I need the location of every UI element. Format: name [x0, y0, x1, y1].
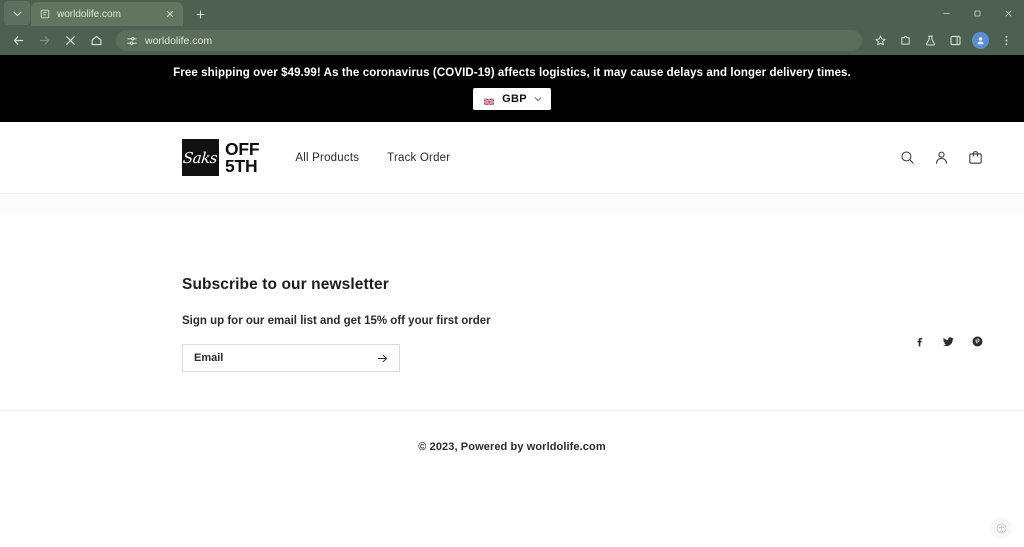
site-header: Saks OFF 5TH All Products Track Order — [0, 122, 1024, 194]
maximize-icon — [973, 9, 982, 18]
new-tab-button[interactable] — [189, 3, 211, 25]
brand-line-1: OFF — [225, 141, 259, 158]
browser-tab[interactable]: worldolife.com — [31, 2, 183, 26]
puzzle-icon — [899, 34, 912, 47]
window-close-button[interactable] — [993, 0, 1024, 26]
side-panel-icon — [949, 34, 962, 47]
chevron-down-icon — [12, 8, 23, 19]
pinterest-icon[interactable] — [970, 334, 984, 348]
accessibility-widget-button[interactable] — [990, 517, 1012, 539]
account-icon[interactable] — [933, 149, 950, 166]
close-icon — [1004, 9, 1013, 18]
minimize-icon — [942, 9, 951, 18]
home-icon — [90, 34, 103, 47]
content-spacer — [0, 214, 1024, 276]
header-actions — [899, 149, 984, 166]
address-bar-url: worldolife.com — [145, 35, 212, 47]
announcement-message: Free shipping over $49.99! As the corona… — [0, 65, 1024, 81]
page-favicon — [39, 8, 51, 20]
main-navigation: All Products Track Order — [295, 152, 450, 164]
browser-toolbar: worldolife.com — [0, 26, 1024, 55]
address-bar[interactable]: worldolife.com — [116, 30, 862, 51]
facebook-icon[interactable] — [912, 334, 926, 348]
experiments-button[interactable] — [918, 29, 942, 53]
brand-wordmark: OFF 5TH — [225, 141, 259, 175]
cart-icon[interactable] — [967, 149, 984, 166]
toolbar-right-actions — [868, 29, 1018, 53]
more-vertical-icon — [1000, 34, 1013, 47]
forward-button[interactable] — [32, 29, 56, 53]
tab-strip: worldolife.com — [0, 0, 1024, 26]
twitter-icon[interactable] — [941, 334, 955, 348]
search-icon[interactable] — [899, 149, 916, 166]
copyright-text: © 2023, Powered by worldolife.com — [418, 441, 605, 453]
brand-mark-text: Saks — [183, 149, 219, 167]
currency-selector[interactable]: GBP — [473, 88, 551, 110]
tab-search-button[interactable] — [4, 1, 30, 25]
window-minimize-button[interactable] — [931, 0, 962, 26]
saks-mark-icon: Saks — [182, 139, 219, 176]
newsletter-form — [182, 344, 400, 372]
newsletter-copy: Subscribe to our newsletter Sign up for … — [182, 276, 912, 372]
bookmark-button[interactable] — [868, 29, 892, 53]
newsletter-title: Subscribe to our newsletter — [182, 276, 912, 294]
flask-icon — [924, 34, 937, 47]
profile-avatar[interactable] — [972, 32, 989, 49]
currency-code: GBP — [502, 93, 527, 105]
email-input[interactable] — [194, 352, 374, 364]
home-button[interactable] — [84, 29, 108, 53]
newsletter-section: Subscribe to our newsletter Sign up for … — [0, 276, 1024, 410]
accessibility-icon — [995, 522, 1008, 535]
social-links — [912, 334, 984, 348]
page-blank-area — [0, 483, 1024, 547]
nav-track-order[interactable]: Track Order — [387, 152, 450, 164]
arrow-left-icon — [12, 34, 25, 47]
back-button[interactable] — [6, 29, 30, 53]
page-viewport: Free shipping over $49.99! As the corona… — [0, 55, 1024, 547]
close-icon[interactable] — [163, 7, 177, 21]
star-icon — [874, 34, 887, 47]
browser-chrome: worldolife.com — [0, 0, 1024, 55]
tune-icon[interactable] — [126, 35, 138, 47]
chevron-down-icon — [533, 94, 543, 104]
brand-line-2: 5TH — [225, 158, 259, 175]
side-panel-button[interactable] — [943, 29, 967, 53]
united-kingdom-flag-icon — [481, 94, 496, 105]
window-maximize-button[interactable] — [962, 0, 993, 26]
avatar-icon — [975, 35, 986, 46]
browser-menu-button[interactable] — [994, 29, 1018, 53]
window-controls — [931, 0, 1024, 26]
extensions-button[interactable] — [893, 29, 917, 53]
plus-icon — [195, 9, 206, 20]
stop-loading-button[interactable] — [58, 29, 82, 53]
announcement-bar: Free shipping over $49.99! As the corona… — [0, 55, 1024, 122]
newsletter-submit-button[interactable] — [374, 350, 390, 366]
site-footer: © 2023, Powered by worldolife.com — [0, 411, 1024, 483]
nav-all-products[interactable]: All Products — [295, 152, 359, 164]
tab-title: worldolife.com — [57, 9, 157, 20]
arrow-right-icon — [38, 34, 51, 47]
arrow-right-icon — [376, 352, 389, 365]
newsletter-subtitle: Sign up for our email list and get 15% o… — [182, 315, 912, 327]
brand-logo[interactable]: Saks OFF 5TH — [182, 139, 259, 176]
close-icon — [64, 34, 77, 47]
header-under-band — [0, 194, 1024, 214]
